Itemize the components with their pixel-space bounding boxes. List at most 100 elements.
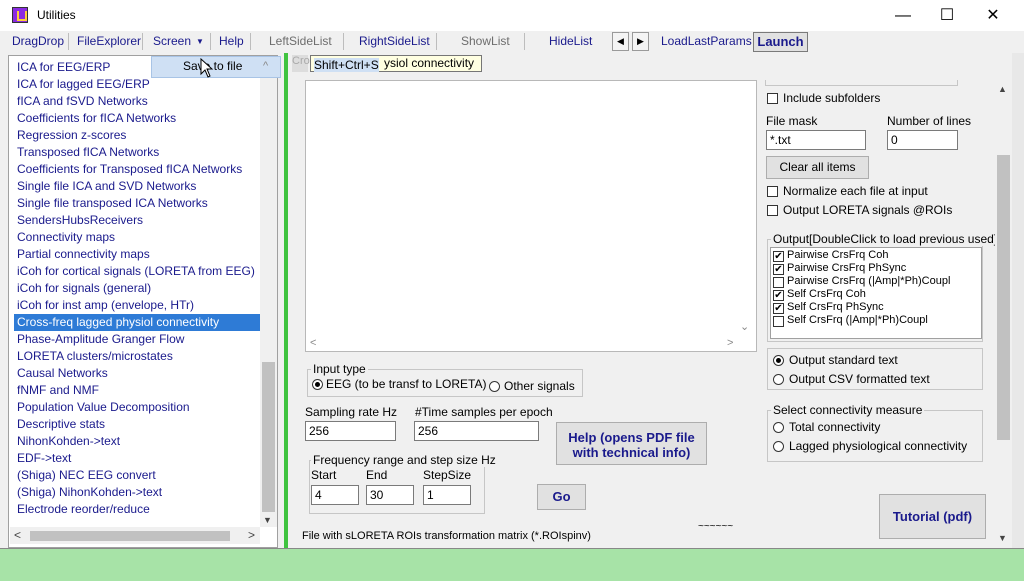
scroll-left-icon[interactable]: < [14, 528, 21, 542]
include-subfolders-checkbox[interactable] [767, 93, 778, 104]
list-item[interactable]: EDF->text [17, 450, 71, 467]
shortcut-text: Shift+Ctrl+S [314, 58, 379, 72]
file-list-memo[interactable] [305, 80, 757, 352]
output-standard-label[interactable]: Output standard text [789, 353, 898, 367]
output-checkbox[interactable]: ✔ [773, 303, 784, 314]
output-group-title[interactable]: Output[DoubleClick to load previous used… [771, 232, 1000, 246]
list-item[interactable]: Transposed fICA Networks [17, 144, 159, 161]
output-checkbox-label[interactable]: Self CrsFrq Coh [787, 288, 866, 300]
list-item[interactable]: Single file transposed ICA Networks [17, 195, 208, 212]
maximize-button[interactable]: ☐ [924, 0, 970, 31]
list-item[interactable]: NihonKohden->text [17, 433, 120, 450]
output-checkbox[interactable]: ✔ [773, 251, 784, 262]
right-scroll-down-icon[interactable]: ▼ [998, 533, 1007, 543]
total-connectivity-radio[interactable] [773, 422, 784, 433]
list-item[interactable]: Partial connectivity maps [17, 246, 150, 263]
output-loreta-checkbox[interactable] [767, 205, 778, 216]
menu-fileexplorer[interactable]: FileExplorer [77, 34, 141, 48]
scroll-down-icon[interactable]: ▼ [263, 515, 272, 525]
list-item[interactable]: LORETA clusters/microstates [17, 348, 173, 365]
output-checkbox-label[interactable]: Pairwise CrsFrq (|Amp|*Ph)Coupl [787, 275, 950, 287]
output-loreta-label[interactable]: Output LORETA signals @ROIs [783, 203, 952, 217]
next-arrow-icon[interactable]: ▶ [632, 32, 649, 51]
output-csv-label[interactable]: Output CSV formatted text [789, 372, 930, 386]
include-subfolders-label[interactable]: Include subfolders [783, 91, 880, 105]
minimize-button[interactable]: — [880, 0, 926, 31]
menu-leftsidelist[interactable]: LeftSideList [269, 34, 332, 48]
memo-scroll-right-icon[interactable]: > [727, 337, 733, 349]
list-item[interactable]: Electrode reorder/reduce [17, 501, 150, 518]
help-pdf-button[interactable]: Help (opens PDF file with technical info… [556, 422, 707, 465]
sampling-rate-input[interactable]: 256 [305, 421, 396, 441]
right-scroll-up-icon[interactable]: ▲ [998, 84, 1007, 94]
total-connectivity-label[interactable]: Total connectivity [789, 420, 880, 434]
launch-button[interactable]: Launch [753, 32, 808, 52]
scroll-right-icon[interactable]: > [248, 528, 255, 542]
list-item[interactable]: Population Value Decomposition [17, 399, 190, 416]
output-checkbox[interactable] [773, 316, 784, 327]
menu-dragdrop[interactable]: DragDrop [12, 34, 64, 48]
screen-dropdown-icon[interactable]: ▼ [196, 37, 204, 46]
list-item[interactable]: (Shiga) NihonKohden->text [17, 484, 162, 501]
memo-scroll-left-icon[interactable]: < [310, 337, 316, 349]
menu-showlist[interactable]: ShowList [461, 34, 510, 48]
list-item[interactable]: (Shiga) NEC EEG convert [17, 467, 156, 484]
lagged-connectivity-radio[interactable] [773, 441, 784, 452]
other-signals-radio[interactable] [489, 381, 500, 392]
list-item[interactable]: ICA for lagged EEG/ERP [17, 76, 150, 93]
number-of-lines-input[interactable]: 0 [887, 130, 958, 150]
list-item[interactable]: fICA and fSVD Networks [17, 93, 148, 110]
eeg-radio[interactable] [312, 379, 323, 390]
list-scroll-thumb[interactable] [262, 362, 275, 512]
list-item[interactable]: Causal Networks [17, 365, 108, 382]
menu-rightsidelist[interactable]: RightSideList [359, 34, 430, 48]
splitter-bar[interactable] [284, 53, 288, 548]
lagged-connectivity-label[interactable]: Lagged physiological connectivity [789, 439, 967, 453]
list-item[interactable]: Descriptive stats [17, 416, 105, 433]
list-item[interactable]: Cross-freq lagged physiol connectivity [17, 314, 219, 331]
list-item[interactable]: Regression z-scores [17, 127, 126, 144]
list-item[interactable]: ICA for EEG/ERP [17, 59, 110, 76]
list-item[interactable]: iCoh for signals (general) [17, 280, 151, 297]
list-item[interactable]: Connectivity maps [17, 229, 115, 246]
normalize-checkbox[interactable] [767, 186, 778, 197]
menu-hidelist[interactable]: HideList [549, 34, 592, 48]
go-button[interactable]: Go [537, 484, 586, 510]
menu-loadlastparams[interactable]: LoadLastParams [661, 34, 752, 48]
other-signals-label[interactable]: Other signals [504, 379, 575, 393]
output-checkbox-label[interactable]: Pairwise CrsFrq PhSync [787, 262, 906, 274]
tutorial-pdf-button[interactable]: Tutorial (pdf) [879, 494, 986, 539]
eeg-radio-label[interactable]: EEG (to be transf to LORETA) [326, 377, 487, 391]
tab-cross-freq[interactable]: ysiol connectivity [384, 56, 474, 70]
list-item[interactable]: Coefficients for fICA Networks [17, 110, 176, 127]
output-standard-radio[interactable] [773, 355, 784, 366]
menu-screen[interactable]: Screen [153, 34, 191, 48]
list-item[interactable]: iCoh for inst amp (envelope, HTr) [17, 297, 194, 314]
list-item[interactable]: Single file ICA and SVD Networks [17, 178, 196, 195]
output-checkbox[interactable] [773, 277, 784, 288]
menu-help[interactable]: Help [219, 34, 244, 48]
file-mask-input[interactable]: *.txt [766, 130, 866, 150]
output-checkbox[interactable]: ✔ [773, 264, 784, 275]
list-item[interactable]: Phase-Amplitude Granger Flow [17, 331, 184, 348]
stepsize-input[interactable]: 1 [423, 485, 471, 505]
list-item[interactable]: iCoh for cortical signals (LORETA from E… [17, 263, 255, 280]
output-checkbox-label[interactable]: Self CrsFrq PhSync [787, 301, 884, 313]
normalize-label[interactable]: Normalize each file at input [783, 184, 928, 198]
output-checkbox[interactable]: ✔ [773, 290, 784, 301]
prev-arrow-icon[interactable]: ◀ [612, 32, 629, 51]
list-hscroll-thumb[interactable] [30, 531, 230, 541]
right-panel-scroll-thumb[interactable] [997, 155, 1010, 440]
memo-scroll-down-icon[interactable]: ⌄ [740, 320, 749, 333]
list-item[interactable]: SendersHubsReceivers [17, 212, 143, 229]
close-button[interactable]: ✕ [970, 0, 1016, 31]
output-checkbox-label[interactable]: Pairwise CrsFrq Coh [787, 249, 888, 261]
list-item[interactable]: fNMF and NMF [17, 382, 99, 399]
output-checkbox-label[interactable]: Self CrsFrq (|Amp|*Ph)Coupl [787, 314, 928, 326]
time-samples-input[interactable]: 256 [414, 421, 539, 441]
clear-all-items-button[interactable]: Clear all items [766, 156, 869, 179]
output-csv-radio[interactable] [773, 374, 784, 385]
end-input[interactable]: 30 [366, 485, 414, 505]
start-input[interactable]: 4 [311, 485, 359, 505]
list-item[interactable]: Coefficients for Transposed fICA Network… [17, 161, 242, 178]
